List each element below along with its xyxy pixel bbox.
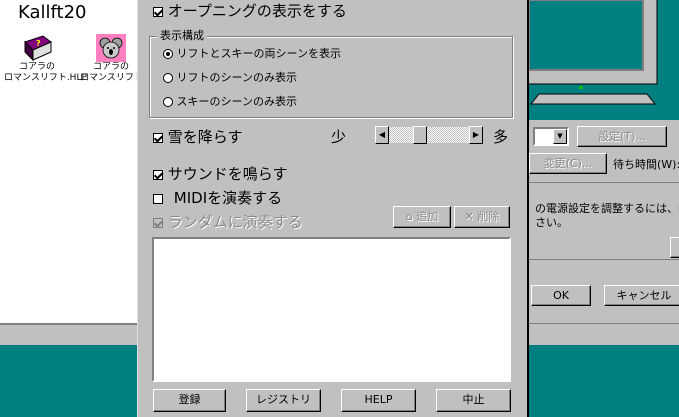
slider-thumb[interactable] bbox=[413, 126, 427, 144]
snow-label: 雪を降らす bbox=[167, 128, 243, 146]
radio-lift-label: リフトのシーンのみ表示 bbox=[176, 71, 297, 84]
radio-both-label: リフトとスキーの両シーンを表示 bbox=[176, 47, 341, 60]
screensaver-select[interactable]: ▼ bbox=[533, 127, 569, 146]
power-settings-button[interactable] bbox=[670, 237, 679, 258]
screensaver-file-item[interactable]: コアラの ロマンスリフト.S bbox=[80, 34, 142, 94]
radio-option-lift[interactable]: リフトのシーンのみ表示 bbox=[163, 69, 297, 85]
right-window-bottom-edge bbox=[529, 323, 679, 345]
sound-checkbox-row[interactable]: サウンドを鳴らす bbox=[153, 163, 287, 184]
cancel-button[interactable]: キャンセル bbox=[604, 285, 679, 306]
add-button-label: 追加 bbox=[416, 210, 439, 223]
midi-label: MIDIを演奏する bbox=[173, 189, 283, 207]
radio-option-both[interactable]: リフトとスキーの両シーンを表示 bbox=[163, 45, 341, 61]
chevron-down-icon[interactable]: ▼ bbox=[553, 129, 567, 144]
delete-button-label: 削除 bbox=[477, 210, 500, 223]
power-text-2: さい。 bbox=[535, 216, 568, 229]
help-file-item[interactable]: ? コアラの ロマンスリフト.HLP bbox=[4, 34, 87, 94]
help-book-icon: ? bbox=[21, 34, 53, 62]
add-button[interactable]: ⌂ 追加 bbox=[393, 206, 451, 228]
opening-label: オープニングの表示をする bbox=[167, 2, 347, 20]
ok-button[interactable]: OK bbox=[531, 285, 591, 306]
sound-label: サウンドを鳴らす bbox=[167, 165, 288, 183]
monitor-icon bbox=[518, 0, 679, 110]
registry-button[interactable]: レジストリ bbox=[246, 389, 321, 412]
explorer-title: Kallft20 bbox=[18, 2, 87, 23]
slider-right-arrow-icon[interactable]: ▶ bbox=[469, 126, 483, 144]
random-checkbox[interactable] bbox=[153, 217, 163, 228]
music-file-list[interactable] bbox=[152, 237, 511, 382]
delete-button[interactable]: ✕ 削除 bbox=[454, 206, 510, 228]
help-file-label-1: コアラの bbox=[18, 62, 55, 72]
help-file-label-2: ロマンスリフト.HLP bbox=[4, 73, 87, 83]
display-config-title: 表示構成 bbox=[157, 27, 207, 43]
wait-time-label: 待ち時間(W): bbox=[613, 158, 679, 171]
midi-checkbox-row[interactable]: MIDIを演奏する bbox=[153, 187, 282, 208]
change-password-button[interactable]: 変更(C)... bbox=[529, 153, 607, 174]
radio-both[interactable] bbox=[163, 49, 173, 59]
random-label: ランダムに演奏する bbox=[167, 213, 303, 231]
slider-max-label: 多 bbox=[493, 128, 509, 146]
random-checkbox-row[interactable]: ランダムに演奏する bbox=[153, 211, 303, 232]
cancel-stop-button[interactable]: 中止 bbox=[436, 389, 511, 412]
radio-ski-label: スキーのシーンのみ表示 bbox=[176, 95, 297, 108]
folder-icon: ⌂ bbox=[405, 210, 413, 223]
svg-text:?: ? bbox=[36, 39, 41, 48]
midi-checkbox[interactable] bbox=[153, 193, 163, 204]
help-button[interactable]: HELP bbox=[341, 389, 416, 412]
screensaver-label-1: コアラの bbox=[92, 62, 129, 72]
snow-checkbox-row[interactable]: 雪を降らす bbox=[153, 126, 242, 147]
slider-min-label: 少 bbox=[331, 128, 347, 146]
screensaver-label-2: ロマンスリフト.S bbox=[80, 73, 142, 83]
settings-button[interactable]: 設定(T)... bbox=[577, 126, 667, 147]
delete-icon: ✕ bbox=[464, 210, 474, 223]
sound-checkbox[interactable] bbox=[153, 169, 163, 180]
register-button[interactable]: 登録 bbox=[153, 389, 226, 412]
slider-left-arrow-icon[interactable]: ◀ bbox=[375, 126, 389, 144]
explorer-status-bar bbox=[0, 323, 137, 345]
snow-checkbox[interactable] bbox=[153, 132, 163, 143]
opening-checkbox-row[interactable]: オープニングの表示をする bbox=[153, 0, 347, 21]
snow-amount-slider[interactable]: ◀ ▶ bbox=[375, 126, 483, 144]
koala-icon bbox=[96, 34, 126, 62]
opening-checkbox[interactable] bbox=[153, 6, 163, 17]
radio-ski[interactable] bbox=[163, 97, 173, 107]
radio-lift[interactable] bbox=[163, 73, 173, 83]
radio-option-ski[interactable]: スキーのシーンのみ表示 bbox=[163, 93, 297, 109]
